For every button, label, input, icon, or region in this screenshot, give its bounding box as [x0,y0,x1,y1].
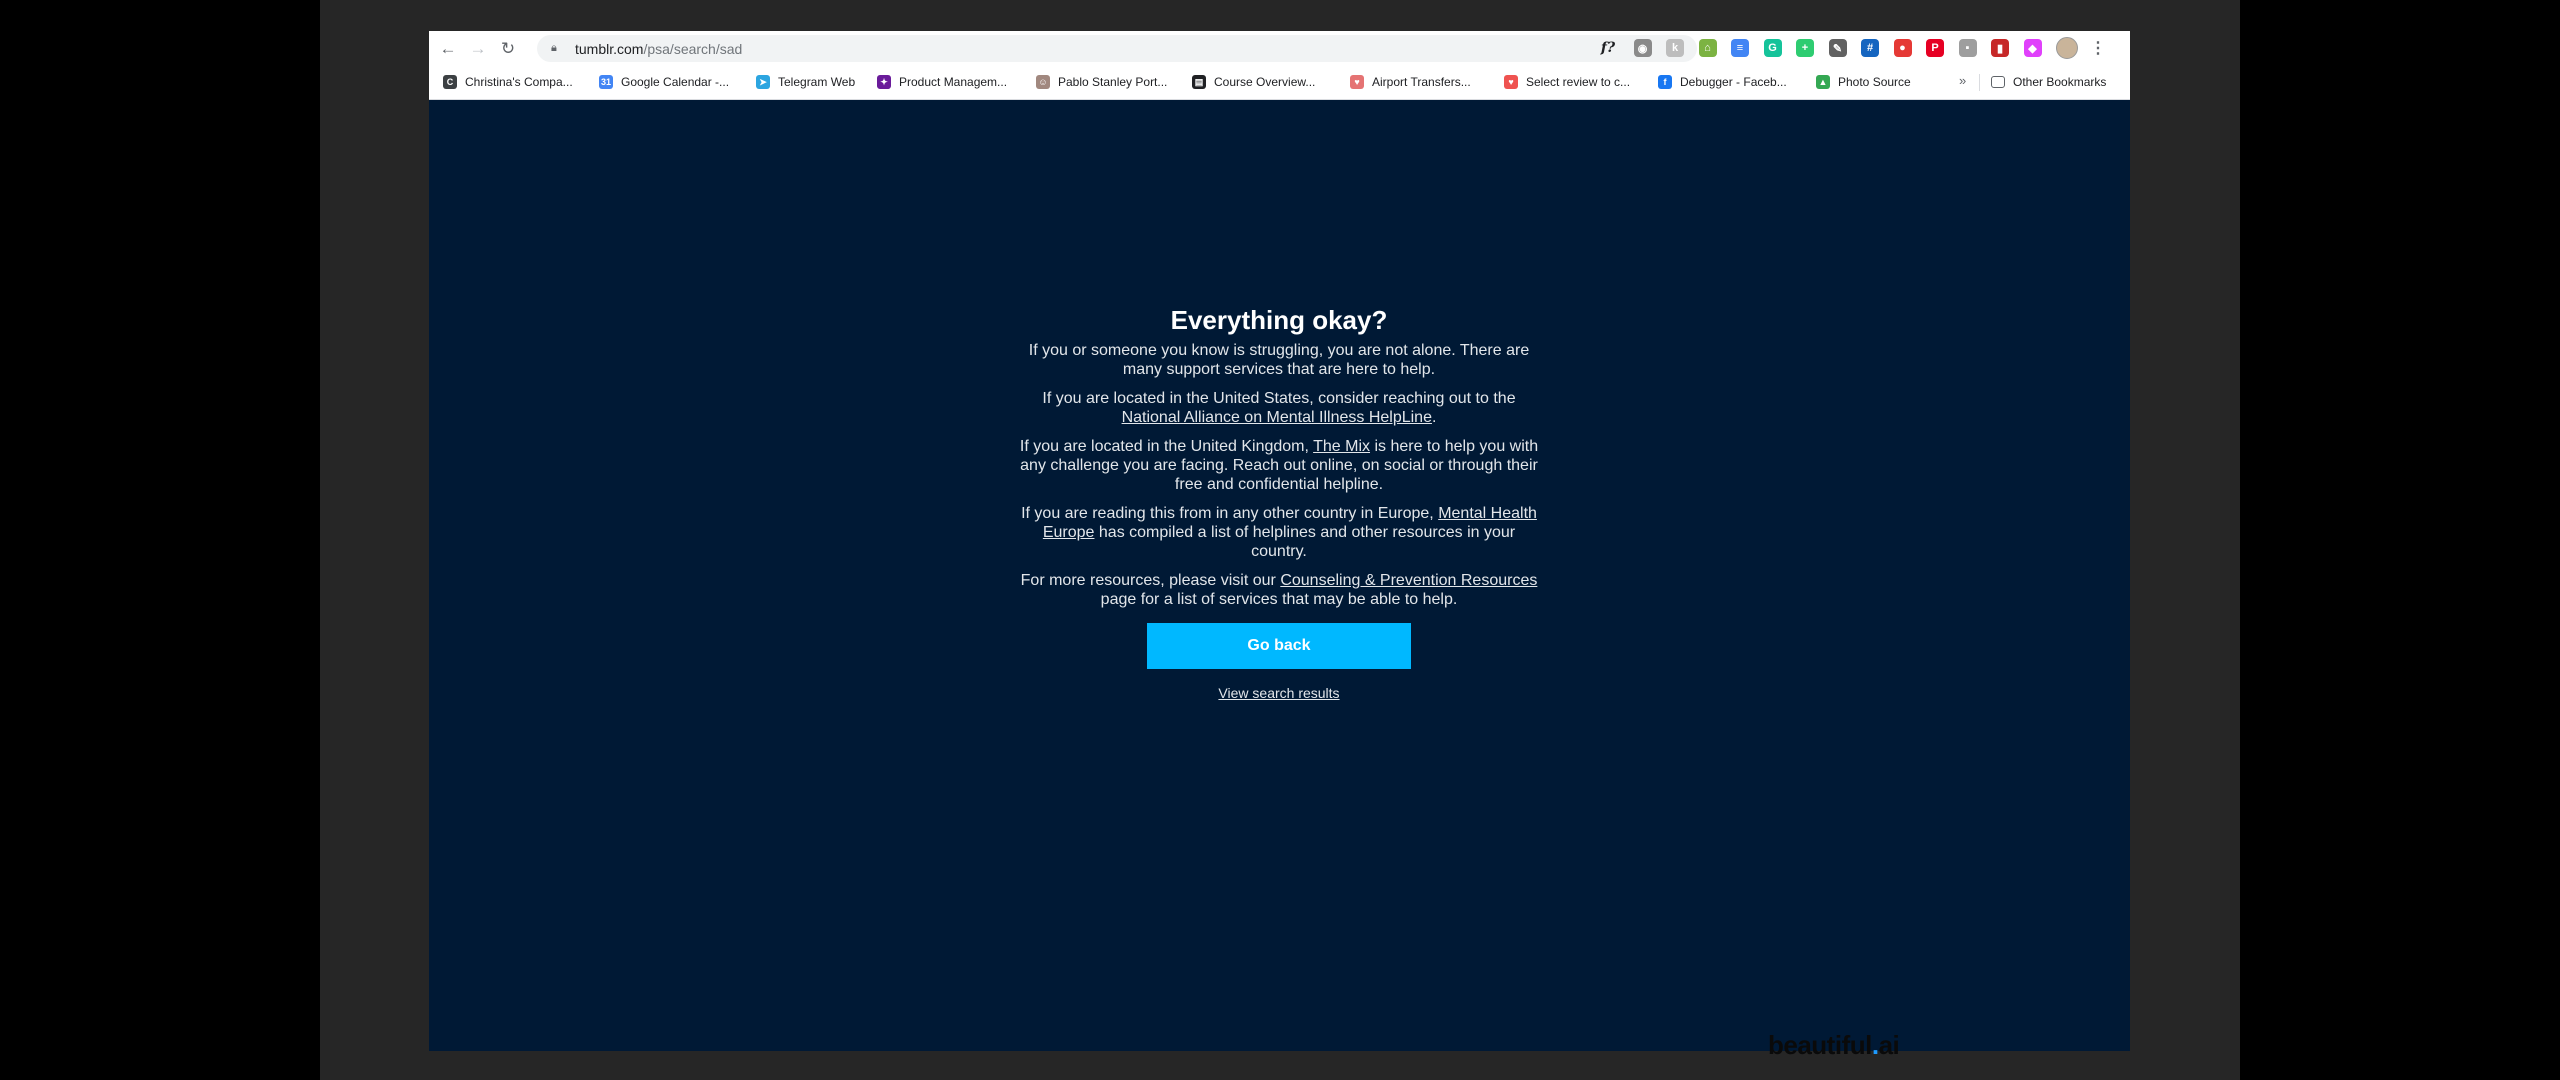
folder-icon [1991,76,2005,88]
other-bookmarks[interactable]: Other Bookmarks [1991,65,2106,99]
drive-icon: ▲ [1816,75,1830,89]
back-icon[interactable]: ← [437,37,459,59]
psa-paragraph-uk: If you are located in the United Kingdom… [1019,437,1539,494]
bookmark-label: Debugger - Faceb... [1680,75,1787,89]
psa-title: Everything okay? [1170,305,1388,335]
psa-resources-end: page for a list of services that may be … [1100,591,1458,608]
airport-icon: ♥ [1350,75,1364,89]
green-plus-icon[interactable]: + [1796,39,1814,57]
more-bookmarks-icon[interactable]: » [1959,73,1966,88]
forward-icon[interactable]: → [467,37,489,59]
facebook-icon: f [1658,75,1672,89]
bookmarks-divider [1979,74,1980,91]
go-back-button[interactable]: Go back [1147,623,1411,669]
bookmark-label: Course Overview... [1214,75,1316,89]
psa-paragraph-europe: If you are reading this from in any othe… [1019,504,1539,561]
browser-menu-icon[interactable]: ⋮ [2090,38,2106,58]
extensions-bar: f? ◉ k ⌂ ≡ G + ✎ # ● P ▪ ▮ ◆ ⋮ [1597,31,2106,65]
product-icon: ✦ [877,75,891,89]
watermark-word: beautiful [1768,1030,1872,1060]
bookmark-item[interactable]: ▤ Course Overview... [1192,65,1315,99]
red-book-icon[interactable]: ▮ [1991,39,2009,57]
psa-resources-text: For more resources, please visit our [1020,572,1281,589]
psa-us-text: If you are located in the United States,… [1042,390,1516,407]
bookmark-label: Product Managem... [899,75,1008,89]
function-icon[interactable]: f? [1597,39,1619,57]
psa-paragraph-us: If you are located in the United States,… [1019,389,1539,427]
k-extension-icon[interactable]: k [1666,39,1684,57]
gradient-extension-icon[interactable]: ◆ [2023,39,2042,57]
bookmark-label: Telegram Web [778,75,856,89]
psa-paragraph-intro: If you or someone you know is struggling… [1028,342,1530,378]
counseling-resources-link[interactable]: Counseling & Prevention Resources [1280,572,1537,589]
bookmark-item[interactable]: ▲ Photo Source [1816,65,1911,99]
bookmark-label: Christina's Compa... [465,75,573,89]
url-host: tumblr.com [575,40,644,57]
the-mix-link[interactable]: The Mix [1313,438,1370,455]
bookmark-item[interactable]: f Debugger - Faceb... [1658,65,1787,99]
other-bookmarks-label: Other Bookmarks [2013,75,2107,89]
bookmark-label: Photo Source [1838,75,1911,89]
bookmark-item[interactable]: ♥ Select review to c... [1504,65,1630,99]
telegram-icon: ➤ [756,75,770,89]
review-icon: ♥ [1504,75,1518,89]
beautiful-ai-watermark: beautiful.ai [1768,1030,1900,1061]
view-search-results-link[interactable]: View search results [1218,685,1339,701]
bookmark-label: Pablo Stanley Port... [1058,75,1168,89]
reload-icon[interactable]: ↻ [497,37,519,59]
psa-paragraph-resources: For more resources, please visit our Cou… [1019,571,1539,609]
pinterest-icon[interactable]: P [1926,39,1944,57]
grey-extension-icon[interactable]: ▪ [1958,39,1977,57]
address-bar[interactable]: 🔒︎ tumblr.com/psa/search/sad ☆ [537,35,1697,62]
calendar-icon: 31 [599,75,613,89]
document-icon: ▤ [1192,75,1206,89]
psa-europe-text: If you are reading this from in any othe… [1021,505,1439,522]
profile-avatar[interactable] [2056,37,2078,59]
url-text[interactable]: tumblr.com/psa/search/sad [575,41,742,57]
watermark-dot: . [1871,1030,1879,1060]
bookmark-item[interactable]: C Christina's Compa... [443,65,573,99]
bookmark-label: Select review to c... [1526,75,1631,89]
eyedropper-icon[interactable]: ✎ [1828,39,1847,57]
grammarly-icon[interactable]: G [1763,39,1782,57]
watermark-suffix: ai [1878,1030,1900,1060]
presentation-stage: ← → ↻ 🔒︎ tumblr.com/psa/search/sad ☆ f? ◉… [320,0,2240,1080]
hashtag-icon[interactable]: # [1861,39,1879,57]
adblock-icon[interactable]: ● [1893,39,1912,57]
camera-icon[interactable]: ◉ [1633,39,1652,57]
psa-uk-text: If you are located in the United Kingdom… [1019,438,1314,455]
bookmark-item[interactable]: ♥ Airport Transfers... [1350,65,1471,99]
psa-dialog: Everything okay? If you or someone you k… [1019,303,1539,703]
bookmarks-bar: » Other Bookmarks C Christina's Compa... 3… [429,65,2130,100]
bookmark-item[interactable]: ➤ Telegram Web [756,65,855,99]
bookmark-label: Google Calendar -... [621,75,730,89]
bookmark-label: Airport Transfers... [1372,75,1471,89]
browser-window: ← → ↻ 🔒︎ tumblr.com/psa/search/sad ☆ f? ◉… [429,31,2130,1051]
bookmark-item[interactable]: ☺ Pablo Stanley Port... [1036,65,1167,99]
compass-icon: C [443,75,457,89]
bookmark-item[interactable]: 31 Google Calendar -... [599,65,729,99]
psa-us-end: . [1431,409,1437,426]
bookmark-item[interactable]: ✦ Product Managem... [877,65,1007,99]
nami-helpline-link[interactable]: National Alliance on Mental Illness Help… [1122,409,1432,426]
docs-extension-icon[interactable]: ≡ [1731,39,1749,57]
url-path: /psa/search/sad [643,40,743,57]
psa-europe-end: has compiled a list of helplines and oth… [1094,524,1516,560]
lock-icon: 🔒︎ [551,42,557,54]
pablo-icon: ☺ [1036,75,1050,89]
browser-toolbar: ← → ↻ 🔒︎ tumblr.com/psa/search/sad ☆ f? ◉… [429,31,2130,65]
green-extension-icon[interactable]: ⌂ [1698,39,1717,57]
page-content: Everything okay? If you or someone you k… [429,100,2130,1051]
